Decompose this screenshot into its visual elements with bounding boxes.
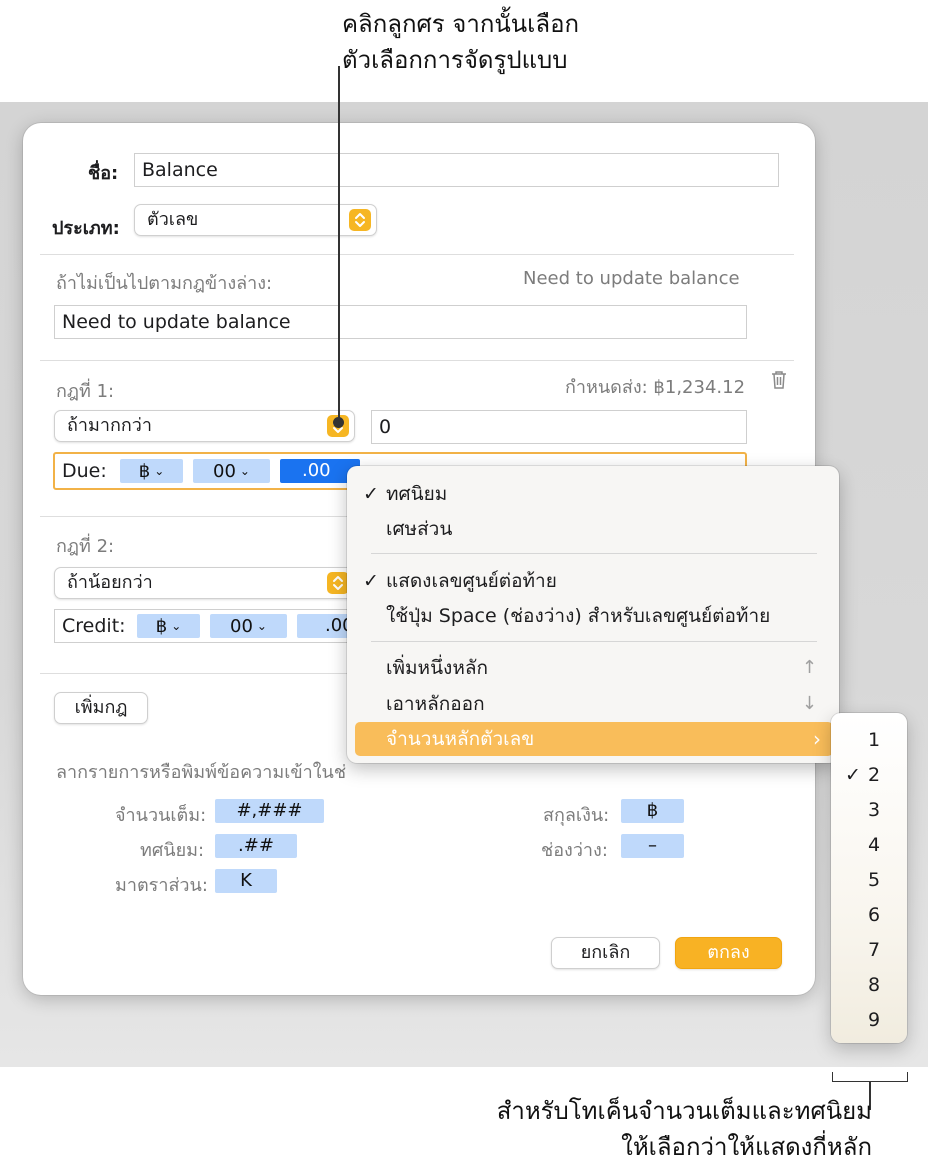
callout-top: คลิกลูกศร จากนั้นเลือก ตัวเลือกการจัดรูป… <box>342 6 579 78</box>
arrow-up-icon: ↑ <box>801 657 817 678</box>
callout-top-line2: ตัวเลือกการจัดรูปแบบ <box>342 46 568 74</box>
callout-bottom: สำหรับโทเค็นจำนวนเต็มและทศนิยม ให้เลือกว… <box>497 1093 872 1165</box>
decimal-palette-label: ทศนิยม: <box>140 840 205 861</box>
chevron-right-icon: › <box>813 727 821 751</box>
submenu-item[interactable]: 3 <box>831 793 907 828</box>
chevron-updown-icon <box>349 209 371 231</box>
type-label: ประเภท: <box>52 218 120 239</box>
rule2-condition-popup[interactable]: ถ้าน้อยกว่า <box>54 567 355 599</box>
digit-count-submenu: 1 ✓ 2 3 4 5 6 7 8 9 <box>831 713 907 1043</box>
checkmark-icon: ✓ <box>363 570 379 592</box>
integer-token[interactable]: 00 ⌄ <box>193 459 270 483</box>
submenu-item[interactable]: 5 <box>831 863 907 898</box>
cancel-button[interactable]: ยกเลิก <box>551 937 660 969</box>
chevron-down-icon: ⌄ <box>154 464 165 478</box>
callout-top-line1: คลิกลูกศร จากนั้นเลือก <box>342 10 580 38</box>
menu-item-remove-digit[interactable]: เอาหลักออก ↓ <box>347 687 839 721</box>
rule2-label: กฎที่ 2: <box>56 536 115 557</box>
divider <box>40 673 350 674</box>
rule1-condition-value: ถ้ามากกว่า <box>67 415 152 436</box>
chevron-down-icon: ⌄ <box>171 619 182 633</box>
divider <box>40 254 794 255</box>
rule2-condition-value: ถ้าน้อยกว่า <box>67 572 153 593</box>
rule1-value-field[interactable]: 0 <box>371 410 747 444</box>
submenu-item[interactable]: 6 <box>831 898 907 933</box>
drag-hint: ลากรายการหรือพิมพ์ข้อความเข้าในช่องข้างบ… <box>56 762 346 783</box>
integer-token[interactable]: 00 ⌄ <box>210 614 287 638</box>
arrow-down-icon: ↓ <box>801 693 817 714</box>
rule1-format-label: Due: <box>62 460 107 482</box>
add-rule-button[interactable]: เพิ่มกฎ <box>54 692 148 724</box>
menu-separator <box>371 641 817 642</box>
name-field[interactable]: Balance <box>134 153 779 187</box>
menu-separator <box>371 553 817 554</box>
space-palette-token[interactable]: – <box>621 834 684 858</box>
trash-icon[interactable] <box>768 369 790 395</box>
decimal-palette-token[interactable]: .## <box>215 834 297 858</box>
divider <box>40 516 350 517</box>
chevron-down-icon: ⌄ <box>256 619 267 633</box>
name-label: ชื่อ: <box>88 163 119 184</box>
submenu-item-selected[interactable]: ✓ 2 <box>831 758 907 793</box>
menu-item-decimal[interactable]: ✓ ทศนิยม <box>347 477 839 511</box>
checkmark-icon: ✓ <box>363 483 379 505</box>
menu-item-show-trailing-zeros[interactable]: ✓ แสดงเลขศูนย์ต่อท้าย <box>347 564 839 598</box>
rule2-format-label: Credit: <box>62 615 126 637</box>
checkmark-icon: ✓ <box>845 764 861 786</box>
submenu-item[interactable]: 1 <box>831 723 907 758</box>
chevron-updown-icon <box>327 572 349 594</box>
submenu-item[interactable]: 8 <box>831 968 907 1003</box>
submenu-item[interactable]: 4 <box>831 828 907 863</box>
submenu-item[interactable]: 9 <box>831 1003 907 1038</box>
menu-item-use-space-trailing[interactable]: ใช้ปุ่ม Space (ช่องว่าง) สำหรับเลขศูนย์ต… <box>347 599 839 633</box>
rule1-condition-popup[interactable]: ถ้ามากกว่า <box>54 410 355 442</box>
currency-palette-label: สกุลเงิน: <box>543 805 610 826</box>
default-text-field[interactable]: Need to update balance <box>54 305 747 339</box>
menu-item-add-digit[interactable]: เพิ่มหนึ่งหลัก ↑ <box>347 651 839 685</box>
submenu-item[interactable]: 7 <box>831 933 907 968</box>
type-popup-value: ตัวเลข <box>147 209 199 230</box>
scale-palette-token[interactable]: K <box>215 869 277 893</box>
integer-palette-token[interactable]: #,### <box>215 799 324 823</box>
chevron-down-icon: ⌄ <box>239 464 250 478</box>
default-label: ถ้าไม่เป็นไปตามกฎข้างล่าง: <box>56 273 273 294</box>
type-popup[interactable]: ตัวเลข <box>134 204 377 236</box>
callout-bracket <box>832 1072 908 1082</box>
currency-token[interactable]: ฿ ⌄ <box>137 614 200 638</box>
currency-palette-token[interactable]: ฿ <box>621 799 684 823</box>
integer-palette-label: จำนวนเต็ม: <box>115 805 207 826</box>
decimal-token[interactable]: .00 <box>297 614 352 638</box>
menu-item-fraction[interactable]: เศษส่วน <box>347 512 839 546</box>
decimal-options-menu: ✓ ทศนิยม เศษส่วน ✓ แสดงเลขศูนย์ต่อท้าย ใ… <box>347 466 839 763</box>
rule1-label: กฎที่ 1: <box>56 381 115 402</box>
menu-item-digit-count[interactable]: จำนวนหลักตัวเลข › <box>355 722 833 756</box>
callout-leader-dot <box>333 417 344 428</box>
callout-bottom-line2: ให้เลือกว่าให้แสดงกี่หลัก <box>621 1133 872 1161</box>
rule1-preview: กำหนดส่ง: ฿1,234.12 <box>565 377 746 398</box>
scale-palette-label: มาตราส่วน: <box>115 875 208 896</box>
divider <box>40 360 794 361</box>
callout-bottom-line1: สำหรับโทเค็นจำนวนเต็มและทศนิยม <box>496 1097 872 1125</box>
space-palette-label: ช่องว่าง: <box>541 840 608 861</box>
default-preview: Need to update balance <box>523 268 740 289</box>
currency-token[interactable]: ฿ ⌄ <box>120 459 183 483</box>
ok-button[interactable]: ตกลง <box>675 937 782 969</box>
callout-leader-line <box>338 66 340 422</box>
